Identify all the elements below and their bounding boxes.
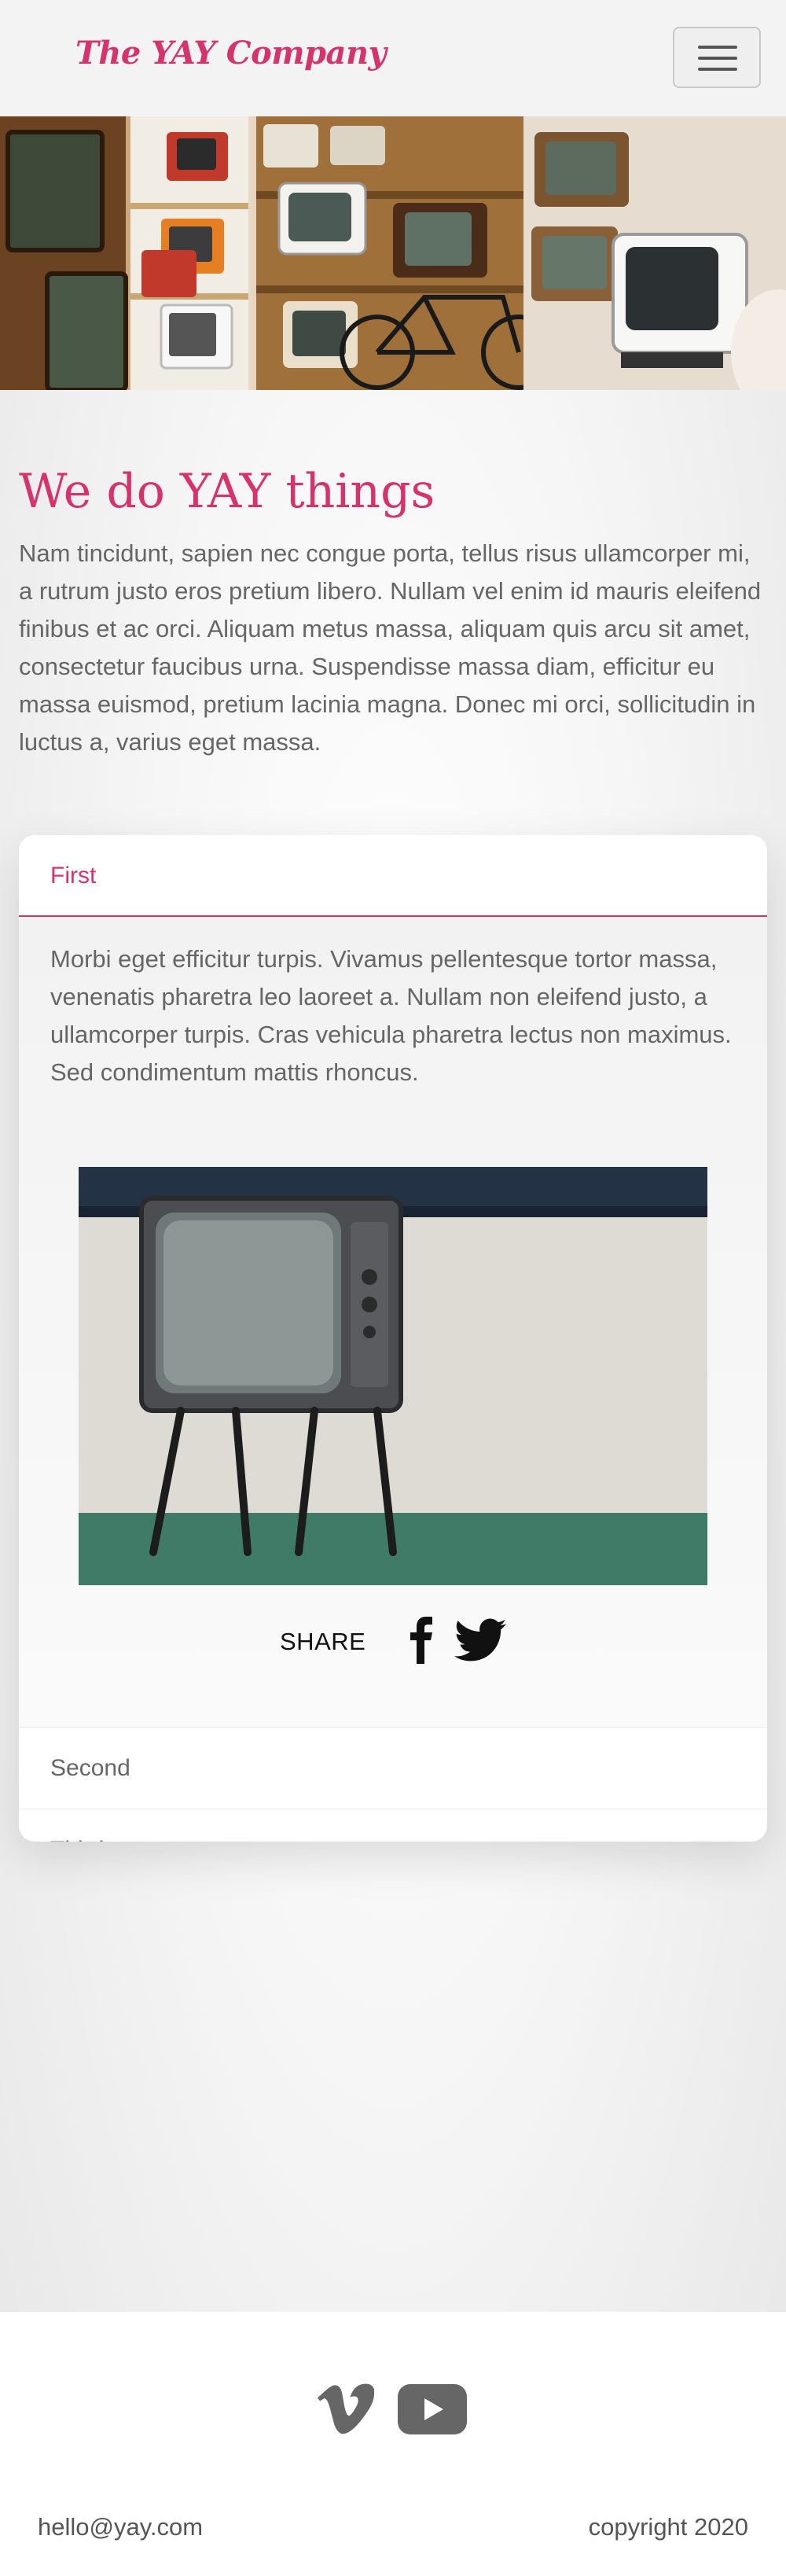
accordion: First Morbi eget efficitur turpis. Vivam… [19, 835, 767, 1842]
footer: hello@yay.com copyright 2020 [0, 2312, 786, 2576]
accordion-body-text: Morbi eget efficitur turpis. Vivamus pel… [50, 945, 732, 1086]
hero-tv-shelves-illustration [0, 116, 786, 390]
twitter-icon[interactable] [454, 1618, 506, 1662]
accordion-header-third[interactable]: Third [19, 1809, 767, 1842]
email-link[interactable]: hello@yay.com [38, 2513, 203, 2541]
share-label: SHARE [280, 1628, 366, 1655]
facebook-icon[interactable] [404, 1617, 442, 1664]
navbar: The YAY Company [0, 0, 786, 116]
youtube-icon[interactable] [398, 2384, 467, 2434]
copyright-text: copyright 2020 [588, 2513, 748, 2541]
accordion-header-first[interactable]: First [19, 835, 767, 917]
hero-image [0, 116, 786, 390]
menu-toggle-button[interactable] [673, 27, 761, 88]
retro-tv-illustration [79, 1167, 707, 1585]
accordion-header-second[interactable]: Second [19, 1727, 767, 1809]
hamburger-icon [698, 46, 737, 49]
brand-logo[interactable]: The YAY Company [75, 35, 387, 72]
intro-paragraph: Nam tincidunt, sapien nec congue porta, … [19, 539, 762, 756]
retro-tv-image [79, 1167, 707, 1585]
page-title: We do YAY things [19, 464, 435, 519]
vimeo-icon[interactable] [318, 2381, 375, 2438]
accordion-body-first: Morbi eget efficitur turpis. Vivamus pel… [19, 917, 767, 1727]
